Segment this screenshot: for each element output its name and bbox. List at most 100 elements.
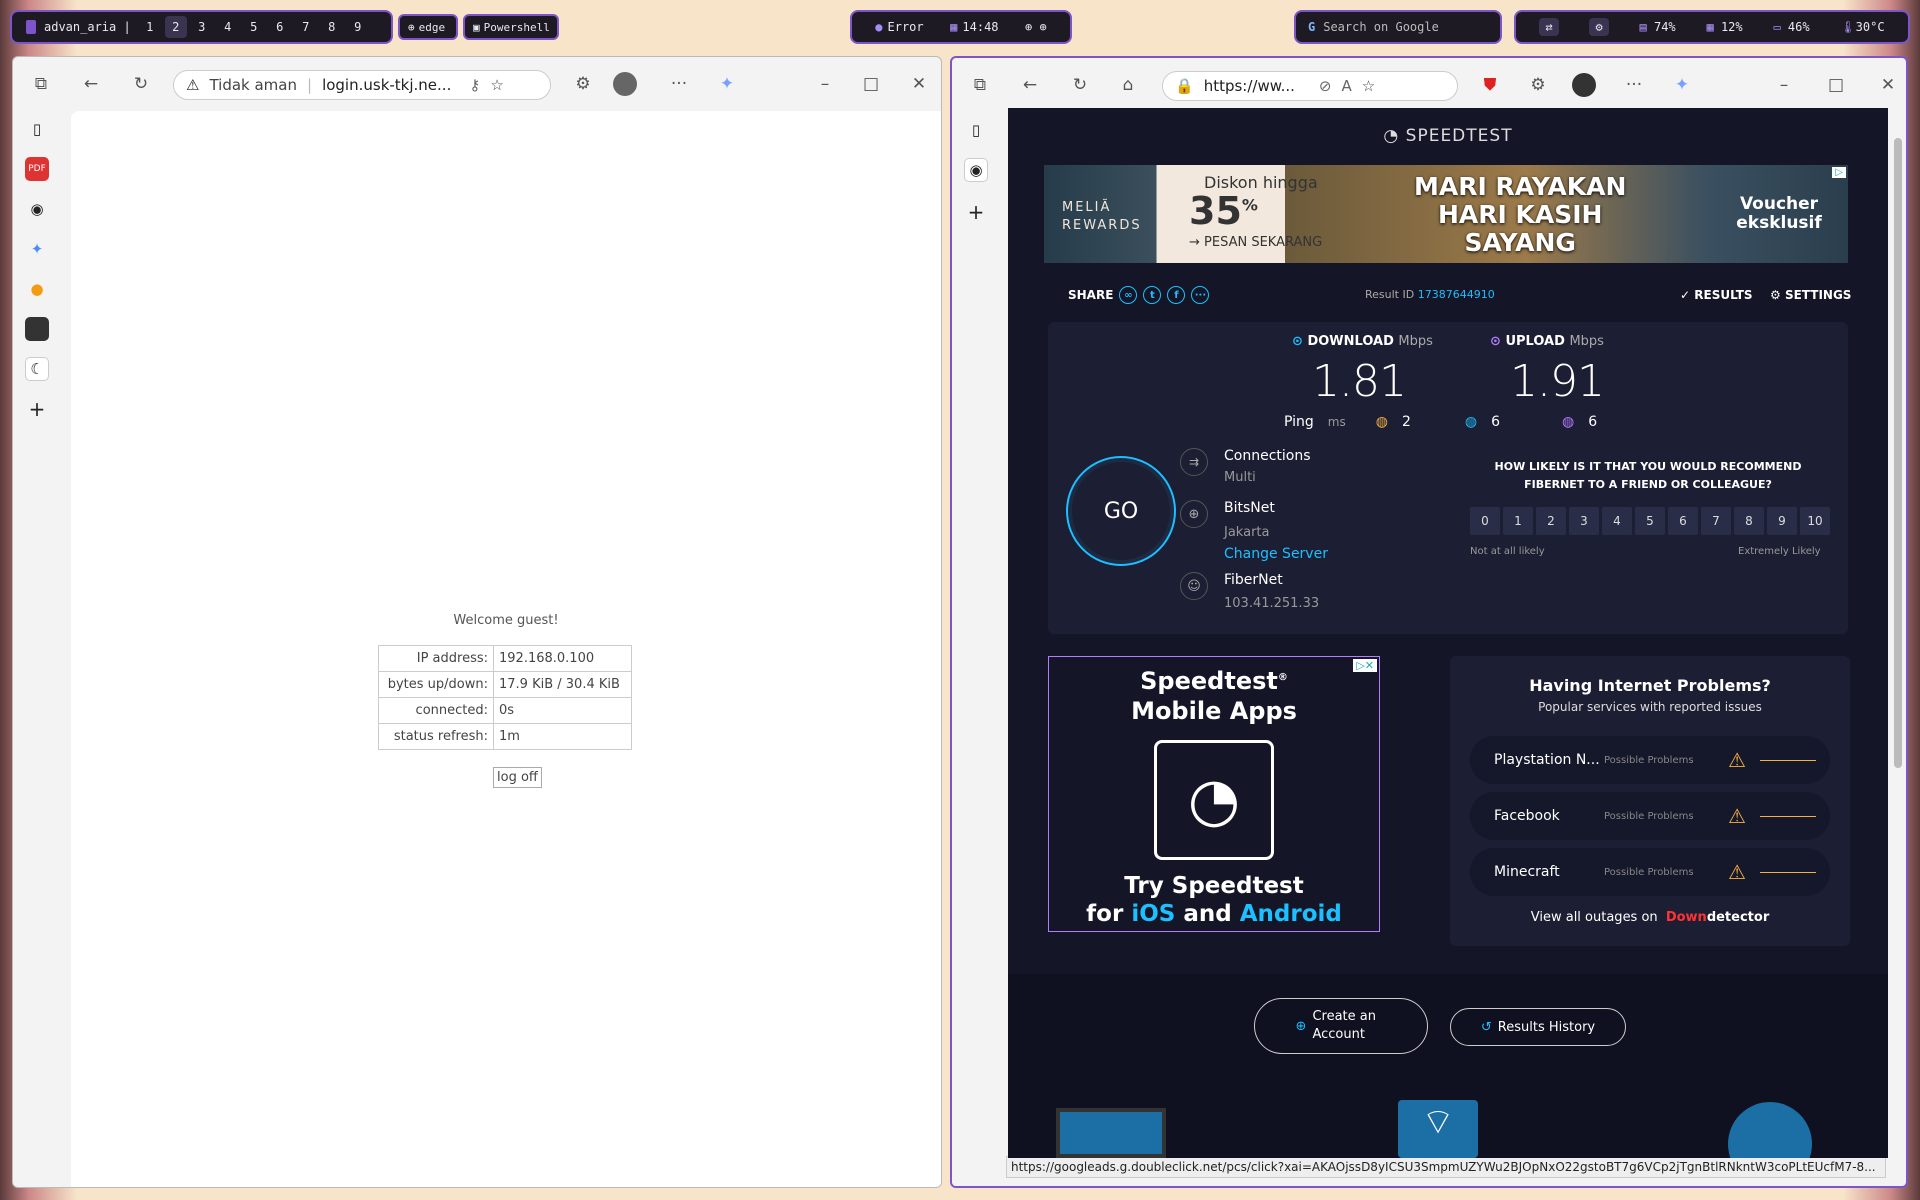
outage-item[interactable]: Facebook Possible Problems ⚠ [1470,792,1830,840]
maximize-icon[interactable]: □ [859,72,883,96]
new-tab-icon[interactable]: + [964,200,988,224]
avatar-tab-icon[interactable] [25,317,49,341]
read-aloud-icon[interactable]: A [1342,77,1352,95]
workspace-4[interactable]: 4 [217,16,239,38]
home-icon[interactable]: ⌂ [1116,73,1140,97]
profile-avatar[interactable] [1572,73,1596,97]
adchoices-icon[interactable]: ▷ [1832,167,1846,178]
workspace-6[interactable]: 6 [269,16,291,38]
add-user-icon: ⊕ [1295,1018,1307,1034]
workspace-2[interactable]: 2 [164,16,187,38]
twitter-icon[interactable]: t [1143,286,1162,304]
server-name: BitsNet [1224,500,1275,516]
back-icon[interactable]: ← [79,72,103,96]
results-link[interactable]: ✓ RESULTS [1680,288,1753,302]
network-icons[interactable]: ⊕ ⊕ [1025,20,1047,34]
favorite-icon[interactable]: ☆ [490,76,503,94]
settings-icon[interactable]: ⚙ [1589,18,1609,36]
shield-icon[interactable]: ⛊ [1478,73,1502,97]
workspace-3[interactable]: 3 [191,16,213,38]
favorite-icon[interactable]: ☆ [1362,77,1375,95]
results-history-button[interactable]: ↺ Results History [1450,1008,1626,1046]
extensions-icon[interactable]: ⚙ [571,72,595,96]
error-indicator[interactable]: ● Error [875,20,923,34]
workspace-9[interactable]: 9 [347,16,369,38]
orange-tab-icon[interactable]: ● [25,277,49,301]
workspace-8[interactable]: 8 [321,16,343,38]
table-row: IP address: 192.168.0.100 [378,645,632,672]
close-icon[interactable]: ✕ [1876,73,1900,97]
speedtest-logo[interactable]: ◔ SPEEDTEST [1008,126,1888,146]
gemini-tab-icon[interactable]: ✦ [25,237,49,261]
view-all-outages[interactable]: View all outages on Downdetector [1450,910,1850,925]
github-tab-icon[interactable]: ◉ [25,197,49,221]
outage-item[interactable]: Playstation N... Possible Problems ⚠ [1470,736,1830,784]
refresh-icon[interactable]: ↻ [1068,73,1092,97]
nps-option[interactable]: 3 [1569,507,1599,535]
nps-option[interactable]: 8 [1734,507,1764,535]
minimize-icon[interactable]: – [813,72,837,96]
tab-panel-icon[interactable]: ▯ [25,117,49,141]
taskbar-app-edge[interactable]: ⊕ edge [398,14,458,40]
extensions-icon[interactable]: ⚙ [1526,73,1550,97]
clock[interactable]: ▦ 14:48 [950,20,998,34]
settings-link[interactable]: ⚙ SETTINGS [1770,288,1851,302]
pdf-tab-icon[interactable]: PDF [25,157,49,181]
close-icon[interactable]: ✕ [907,72,931,96]
nps-option[interactable]: 1 [1503,507,1533,535]
go-button[interactable]: GO [1066,456,1176,566]
mikrotik-tab-icon[interactable]: ☾ [25,357,49,381]
app-launcher-icon[interactable] [26,20,36,34]
outage-item[interactable]: Minecraft Possible Problems ⚠ [1470,848,1830,896]
facebook-icon[interactable]: f [1167,286,1186,304]
refresh-icon[interactable]: ↻ [129,72,153,96]
scrollbar[interactable] [1894,138,1902,768]
key-icon[interactable]: ⚷ [469,76,480,94]
speedtest-tab-icon[interactable]: ◉ [964,158,988,182]
mobile-apps-ad[interactable]: Speedtest® Mobile Apps ◔ Try Speedtest f… [1048,656,1380,932]
temp-value: 30°C [1855,20,1885,34]
tabs-icon[interactable]: ⧉ [968,73,992,97]
change-server-link[interactable]: Change Server [1224,546,1328,562]
taskbar-app-powershell[interactable]: ▣ Powershell [463,14,559,40]
maximize-icon[interactable]: □ [1824,73,1848,97]
banner-ad[interactable]: MELIÃ REWARDS Diskon hingga 35% → PESAN … [1044,165,1848,263]
nps-option[interactable]: 7 [1701,507,1731,535]
copilot-icon[interactable]: ✦ [1670,73,1694,97]
nps-option[interactable]: 5 [1635,507,1665,535]
app-ad-cta: Try Speedtest for iOS and Android [1049,872,1379,928]
tab-panel-icon[interactable]: ▯ [964,118,988,142]
nps-option[interactable]: 9 [1767,507,1797,535]
google-search[interactable]: G Search on Google [1294,10,1502,44]
thermometer-icon: 🌡 [1840,20,1856,34]
ping-label: Ping [1284,414,1314,430]
profile-avatar[interactable] [613,72,637,96]
ad-close-icon[interactable]: ▷✕ [1353,659,1377,672]
nps-option[interactable]: 4 [1602,507,1632,535]
tracking-icon[interactable]: ⊘ [1319,77,1332,95]
create-account-button[interactable]: ⊕ Create an Account [1254,998,1428,1054]
nps-option[interactable]: 2 [1536,507,1566,535]
ping-up: 6 [1588,414,1598,430]
history-icon: ↺ [1480,1019,1492,1035]
tabs-icon[interactable]: ⧉ [29,72,53,96]
link-icon[interactable]: ∞ [1119,286,1138,304]
back-icon[interactable]: ← [1018,73,1042,97]
more-share-icon[interactable]: ··· [1191,286,1210,304]
nps-option[interactable]: 10 [1800,507,1830,535]
swap-icon[interactable]: ⇄ [1539,18,1559,36]
workspace-7[interactable]: 7 [295,16,317,38]
workspace-5[interactable]: 5 [243,16,265,38]
address-bar[interactable]: ⚠ Tidak aman | login.usk-tkj.ne... ⚷ ☆ [173,70,551,100]
minimize-icon[interactable]: – [1772,73,1796,97]
address-bar[interactable]: 🔒 https://ww... ⊘ A ☆ [1162,71,1458,101]
nps-option[interactable]: 0 [1470,507,1500,535]
new-tab-icon[interactable]: + [25,397,49,421]
nps-option[interactable]: 6 [1668,507,1698,535]
logoff-button[interactable]: log off [493,767,542,788]
result-id-link[interactable]: 17387644910 [1418,288,1495,301]
copilot-icon[interactable]: ✦ [715,72,739,96]
more-icon[interactable]: ··· [667,72,691,96]
workspace-1[interactable]: 1 [139,16,161,38]
more-icon[interactable]: ··· [1622,73,1646,97]
